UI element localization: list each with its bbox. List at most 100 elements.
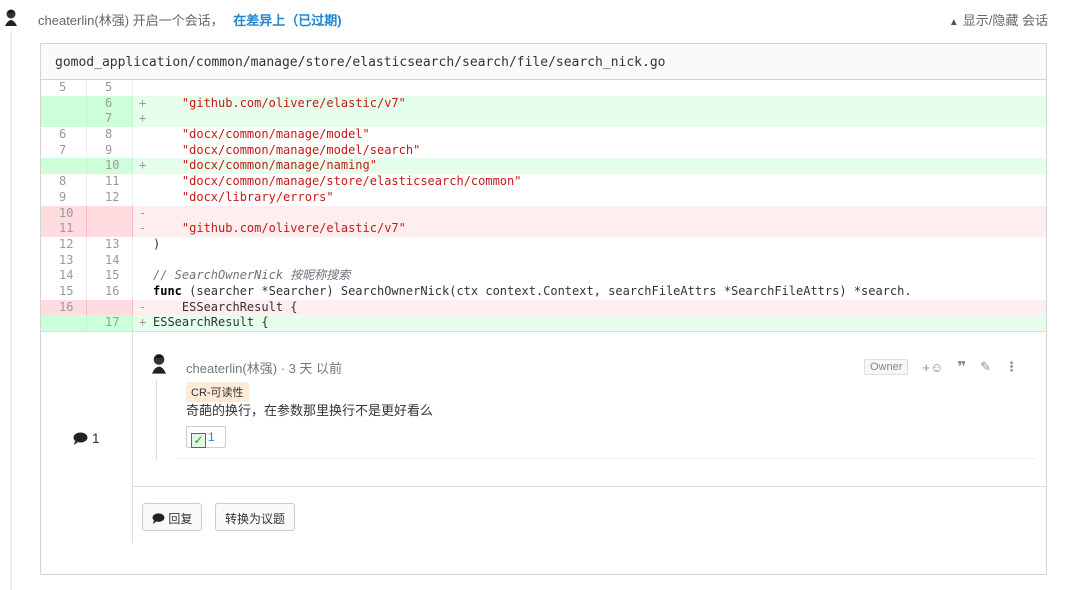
diff-row: 17 + ESSearchResult { bbox=[41, 315, 1046, 331]
comment-author[interactable]: cheaterlin(林强) bbox=[186, 361, 277, 376]
diff-row: 15 16 func (searcher *Searcher) SearchOwne… bbox=[41, 283, 1046, 300]
old-line-number[interactable]: 7 bbox=[41, 142, 87, 159]
code-text: "docx/common/manage/naming" bbox=[181, 158, 377, 173]
diff-sign: + bbox=[139, 111, 147, 126]
add-reaction-icon[interactable]: +☺ bbox=[922, 360, 943, 375]
edit-icon[interactable]: ✎ bbox=[980, 359, 991, 375]
old-line-number[interactable]: 11 bbox=[41, 221, 87, 237]
diff-row: 55 bbox=[41, 80, 1046, 96]
code-text: "github.com/olivere/elastic/v7" bbox=[181, 95, 406, 110]
diff-row: 8 11 "docx/common/manage/store/elasticsea… bbox=[41, 174, 1046, 190]
code-line: + ESSearchResult { bbox=[133, 315, 1046, 331]
code-line: ) bbox=[133, 237, 1046, 253]
reaction-button[interactable]: ✓ 1 bbox=[186, 426, 226, 448]
comment-count-value: 1 bbox=[91, 430, 100, 446]
diff-row: 13 14 bbox=[41, 252, 1046, 269]
code-text: func (searcher *Searcher) SearchOwnerNic… bbox=[153, 283, 912, 298]
code-text: "docx/common/manage/model/search" bbox=[181, 142, 421, 157]
new-line-number[interactable]: 6 bbox=[87, 95, 133, 112]
diff-link[interactable]: 在差异上（已过期) bbox=[233, 13, 341, 28]
comment-time: · 3 天 以前 bbox=[277, 361, 343, 376]
diff-sign: - bbox=[139, 299, 147, 314]
code-text: // SearchOwnerNick 按昵称搜索 bbox=[153, 268, 351, 283]
code-text: ESSearchResult { bbox=[153, 299, 298, 314]
diff-row: 14 15 // SearchOwnerNick 按昵称搜索 bbox=[41, 268, 1046, 284]
quote-icon[interactable]: ❞ bbox=[957, 358, 966, 376]
diff-table: 5 5 6 + "github.com/olivere/elastic/v7" 7 +6 8… bbox=[41, 80, 1046, 331]
code-line: "docx/library/errors" bbox=[133, 190, 1046, 206]
diff-row: 11 - "github.com/olivere/elastic/v7" bbox=[41, 221, 1046, 237]
check-mark-icon: ✓ bbox=[191, 433, 206, 448]
comment-body: 奇葩的换行，在参数那里换行不是更好看么 bbox=[186, 403, 434, 418]
reply-bar: 回复 转换为议题 bbox=[133, 486, 1046, 544]
header-action: 开启一个会话， bbox=[132, 13, 224, 28]
code-line: - bbox=[133, 206, 1046, 222]
new-line-number[interactable]: 9 bbox=[87, 142, 133, 159]
avatar[interactable] bbox=[146, 350, 172, 376]
diff-file-box: gomod_application/common/manage/store/el… bbox=[40, 43, 1047, 575]
old-line-number[interactable]: 12 bbox=[41, 236, 87, 253]
new-line-number[interactable]: 11 bbox=[87, 174, 133, 190]
comment-meta: cheaterlin(林强) · 3 天 以前 bbox=[186, 358, 342, 377]
new-line-number[interactable] bbox=[87, 205, 133, 222]
code-line: + "docx/common/manage/naming" bbox=[133, 158, 1046, 174]
code-text: "docx/common/manage/model" bbox=[181, 127, 370, 142]
conversation-header: cheaterlin(林强) 开启一个会话， 在差异上（已过期) ▲ 显示/隐藏 … bbox=[0, 0, 1080, 36]
diff-row: 6 + "github.com/olivere/elastic/v7" bbox=[41, 95, 1046, 112]
new-line-number[interactable]: 15 bbox=[87, 268, 133, 284]
diff-sign: - bbox=[139, 205, 147, 220]
new-line-number[interactable] bbox=[87, 221, 133, 237]
old-line-number[interactable]: 9 bbox=[41, 189, 87, 206]
diff-sign: - bbox=[139, 221, 147, 236]
new-line-number[interactable]: 14 bbox=[87, 252, 133, 269]
old-line-number[interactable] bbox=[41, 158, 87, 175]
toggle-conversation-button[interactable]: ▲ 显示/隐藏 会话 bbox=[949, 10, 1048, 29]
new-line-number[interactable]: 7 bbox=[87, 111, 133, 128]
new-line-number[interactable]: 8 bbox=[87, 127, 133, 143]
old-line-number[interactable] bbox=[41, 111, 87, 128]
old-line-number[interactable]: 14 bbox=[41, 268, 87, 284]
old-line-number[interactable]: 13 bbox=[41, 252, 87, 269]
new-line-number[interactable]: 10 bbox=[87, 158, 133, 175]
code-line: func (searcher *Searcher) SearchOwnerNic… bbox=[133, 284, 1046, 300]
diff-sign: + bbox=[139, 95, 147, 110]
old-line-number[interactable]: 8 bbox=[41, 174, 87, 190]
new-line-number[interactable] bbox=[87, 299, 133, 316]
header-text: cheaterlin(林强) 开启一个会话， 在差异上（已过期) bbox=[38, 10, 342, 29]
author-link[interactable]: cheaterlin(林强) bbox=[38, 13, 129, 28]
new-line-number[interactable]: 12 bbox=[87, 189, 133, 206]
code-text: "docx/common/manage/store/elasticsearch/… bbox=[181, 174, 522, 189]
old-line-number[interactable]: 6 bbox=[41, 127, 87, 143]
more-options-icon[interactable]: ⋮ bbox=[1005, 359, 1018, 375]
new-line-number[interactable]: 17 bbox=[87, 315, 133, 331]
diff-row: 9 12 "docx/library/errors" bbox=[41, 189, 1046, 206]
old-line-number[interactable] bbox=[41, 315, 87, 331]
code-text: "docx/library/errors" bbox=[181, 189, 334, 204]
old-line-number[interactable]: 15 bbox=[41, 283, 87, 300]
new-line-number[interactable]: 5 bbox=[87, 80, 133, 96]
review-label: CR-可读性 bbox=[186, 382, 249, 402]
new-line-number[interactable]: 16 bbox=[87, 283, 133, 300]
comment-count: 1 bbox=[73, 430, 100, 446]
diff-sign: + bbox=[139, 158, 147, 173]
file-path[interactable]: gomod_application/common/manage/store/el… bbox=[41, 44, 1046, 80]
code-line: - ESSearchResult { bbox=[133, 300, 1046, 316]
diff-row: 12 13) bbox=[41, 236, 1046, 253]
comment-icon bbox=[152, 512, 165, 526]
conversation-body: cheaterlin(林强) · 3 天 以前 Owner +☺ ❞ ✎ ⋮ C… bbox=[133, 332, 1046, 543]
diff-row: 10 - bbox=[41, 205, 1046, 222]
old-line-number[interactable]: 10 bbox=[41, 205, 87, 222]
old-line-number[interactable]: 5 bbox=[41, 80, 87, 96]
reply-label: 回复 bbox=[168, 512, 193, 526]
reply-button[interactable]: 回复 bbox=[142, 503, 203, 531]
owner-badge: Owner bbox=[864, 359, 909, 375]
convert-to-issue-button[interactable]: 转换为议题 bbox=[215, 503, 296, 531]
avatar[interactable] bbox=[0, 6, 22, 28]
old-line-number[interactable]: 16 bbox=[41, 299, 87, 316]
diff-sign: + bbox=[139, 315, 147, 330]
code-line: + bbox=[133, 111, 1046, 127]
old-line-number[interactable] bbox=[41, 95, 87, 112]
new-line-number[interactable]: 13 bbox=[87, 236, 133, 253]
